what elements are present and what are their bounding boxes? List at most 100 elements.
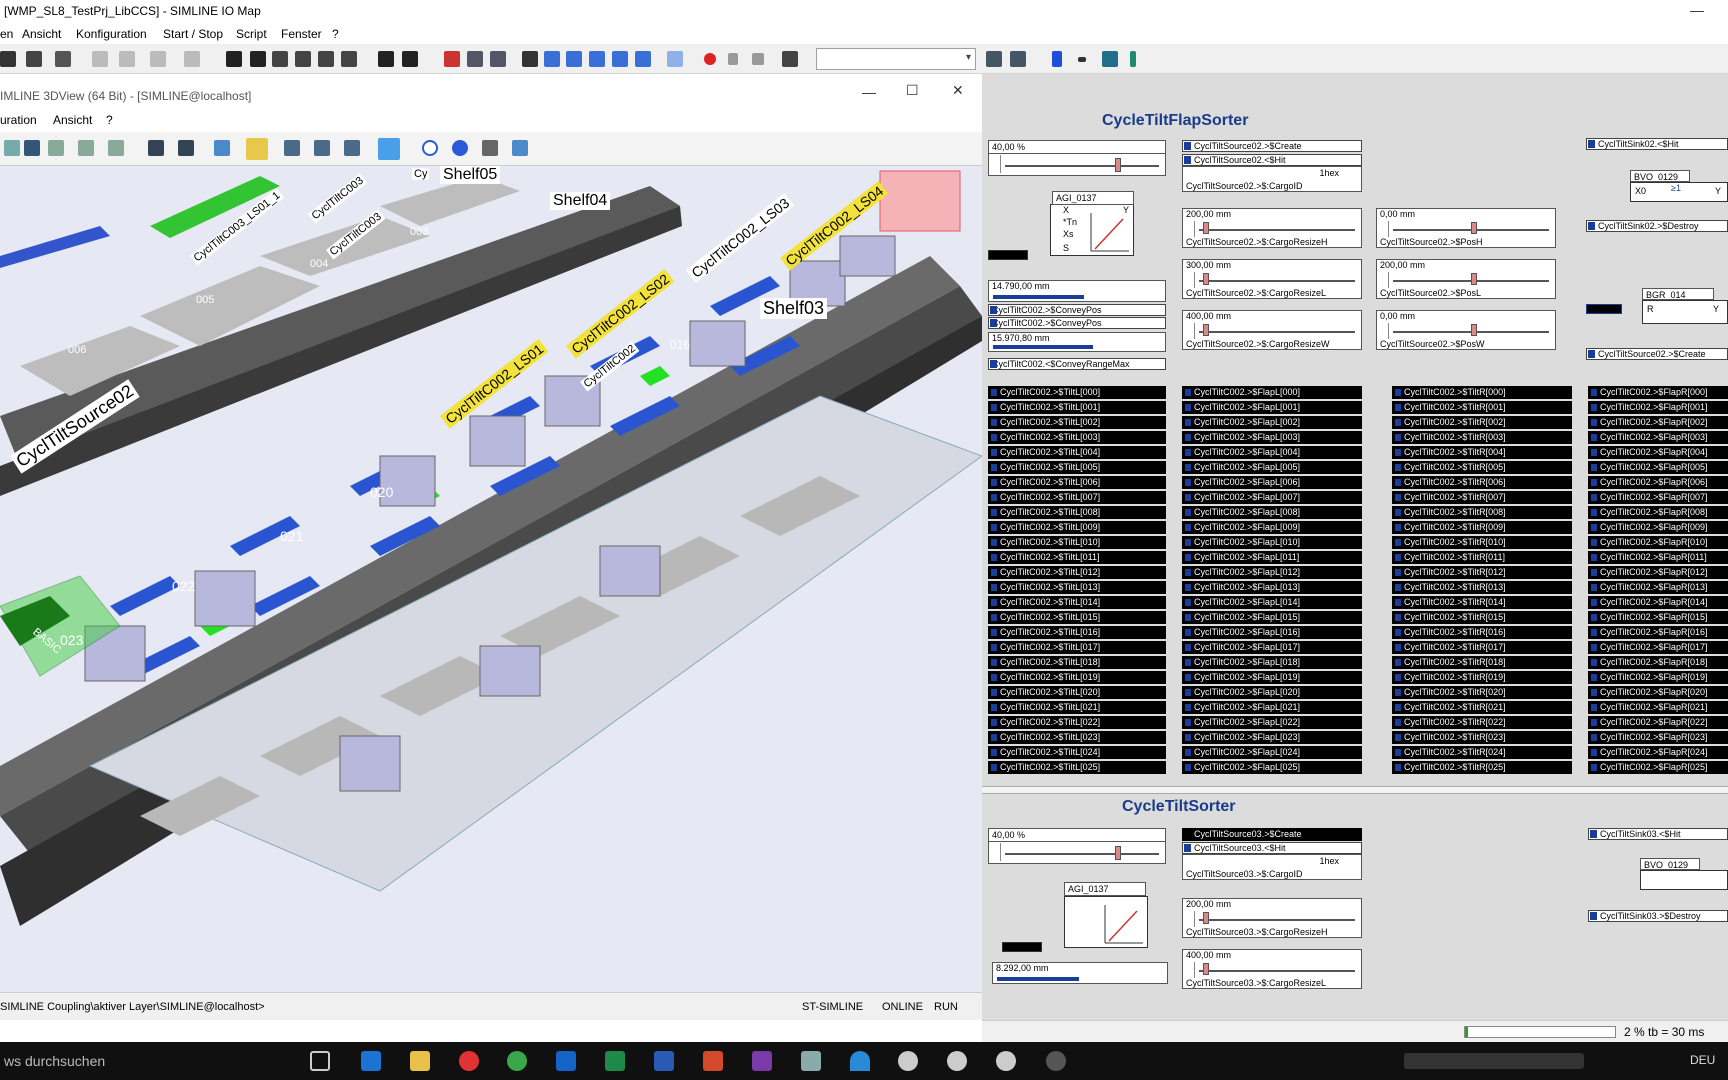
tilt-speed-slider[interactable]: 40,00 % (988, 828, 1166, 864)
zoom-height-icon[interactable] (612, 51, 628, 67)
tilt-speed-thumb[interactable] (1115, 846, 1121, 860)
flap-right-signal[interactable]: CyclTiltC002.>$FlapR[015] (1588, 611, 1728, 624)
binoculars-next-icon[interactable] (402, 51, 418, 67)
task-view-icon[interactable] (310, 1051, 330, 1071)
info-outline-icon[interactable] (422, 140, 438, 156)
flap-left-signal[interactable]: CyclTiltC002.>$FlapL[009] (1182, 521, 1362, 534)
tilt-left-signal[interactable]: CyclTiltC002.>$TiltL[024] (988, 746, 1166, 759)
component-icon[interactable] (444, 51, 460, 67)
binoculars-icon[interactable] (378, 51, 394, 67)
flap-left-signal[interactable]: CyclTiltC002.>$FlapL[020] (1182, 686, 1362, 699)
signal-icon[interactable] (1130, 51, 1136, 67)
tilt-left-signal[interactable]: CyclTiltC002.>$TiltL[013] (988, 581, 1166, 594)
tilt-left-signal[interactable]: CyclTiltC002.>$TiltL[023] (988, 731, 1166, 744)
print-icon[interactable] (55, 51, 71, 67)
download-icon[interactable] (482, 140, 498, 156)
table-icon[interactable] (344, 140, 360, 156)
tilt-right-signal[interactable]: CyclTiltC002.>$TiltR[023] (1392, 731, 1572, 744)
tilt-right-signal[interactable]: CyclTiltC002.>$TiltR[021] (1392, 701, 1572, 714)
tilt-left-signal[interactable]: CyclTiltC002.>$TiltL[019] (988, 671, 1166, 684)
convey-range-max-signal[interactable]: CyclTiltC002.<$ConveyRangeMax (988, 358, 1166, 370)
convey-pos-signal-1[interactable]: CyclTiltC002.>$ConveyPos (988, 304, 1166, 316)
maximize-button[interactable]: ☐ (906, 82, 919, 99)
flap-right-signal[interactable]: CyclTiltC002.>$FlapR[004] (1588, 446, 1728, 459)
tilt-left-signal[interactable]: CyclTiltC002.>$TiltL[021] (988, 701, 1166, 714)
flap-left-signal[interactable]: CyclTiltC002.>$FlapL[023] (1182, 731, 1362, 744)
info-icon[interactable] (452, 140, 468, 156)
flap-left-signal[interactable]: CyclTiltC002.>$FlapL[002] (1182, 416, 1362, 429)
cargo-id-field[interactable]: 1hex CyclTiltSource02.>$:CargoID (1182, 166, 1362, 192)
menu-item-start-stop[interactable]: Start / Stop (163, 27, 223, 41)
window2-icon[interactable] (490, 51, 506, 67)
tilt-left-signal[interactable]: CyclTiltC002.>$TiltL[008] (988, 506, 1166, 519)
tilt-right-signal[interactable]: CyclTiltC002.>$TiltR[004] (1392, 446, 1572, 459)
menu-item-view[interactable]: Ansicht (22, 27, 61, 41)
menu-item-help[interactable]: ? (332, 27, 339, 41)
connect-icon[interactable] (1102, 51, 1118, 67)
flap-right-signal[interactable]: CyclTiltC002.>$FlapR[024] (1588, 746, 1728, 759)
tilt-left-signal[interactable]: CyclTiltC002.>$TiltL[020] (988, 686, 1166, 699)
layout-icon[interactable] (986, 51, 1002, 67)
device-icon[interactable] (178, 140, 194, 156)
excel-icon[interactable] (605, 1051, 625, 1071)
tilt-right-signal[interactable]: CyclTiltC002.>$TiltR[024] (1392, 746, 1572, 759)
tilt-right-signal[interactable]: CyclTiltC002.>$TiltR[009] (1392, 521, 1572, 534)
tilt-right-signal[interactable]: CyclTiltC002.>$TiltR[008] (1392, 506, 1572, 519)
tilt-right-signal[interactable]: CyclTiltC002.>$TiltR[011] (1392, 551, 1572, 564)
pos-l-slider[interactable]: 200,00 mm CyclTiltSource02.>$PosL (1376, 259, 1556, 299)
flap-right-signal[interactable]: CyclTiltC002.>$FlapR[011] (1588, 551, 1728, 564)
wifi-icon[interactable] (850, 1051, 870, 1071)
flap-left-signal[interactable]: CyclTiltC002.>$FlapL[008] (1182, 506, 1362, 519)
onenote-icon[interactable] (752, 1051, 772, 1071)
folder-open-icon[interactable] (78, 140, 94, 156)
zoom-out-icon[interactable] (566, 51, 582, 67)
outlook-icon[interactable] (556, 1051, 576, 1071)
flap-right-signal[interactable]: CyclTiltC002.>$FlapR[010] (1588, 536, 1728, 549)
flap-right-signal[interactable]: CyclTiltC002.>$FlapR[022] (1588, 716, 1728, 729)
flap-right-signal[interactable]: CyclTiltC002.>$FlapR[009] (1588, 521, 1728, 534)
copy-icon[interactable] (119, 51, 135, 67)
hierarchy-icon[interactable] (284, 140, 300, 156)
paste-icon[interactable] (150, 51, 166, 67)
agi-input[interactable] (988, 250, 1028, 260)
graph-icon[interactable] (378, 138, 400, 160)
3d-menu-view[interactable]: Ansicht (53, 113, 92, 127)
powerpoint-icon[interactable] (703, 1051, 723, 1071)
layers-icon[interactable] (512, 140, 528, 156)
tilt-right-signal[interactable]: CyclTiltC002.>$TiltR[006] (1392, 476, 1572, 489)
flap-left-signal[interactable]: CyclTiltC002.>$FlapL[004] (1182, 446, 1362, 459)
stop-icon[interactable] (752, 53, 764, 65)
simline-icon-2[interactable] (947, 1051, 967, 1071)
3d-viewport[interactable]: Shelf05 Shelf04 Shelf03 CyclTiltSource02… (0, 166, 982, 992)
tilt-left-signal[interactable]: CyclTiltC002.>$TiltL[004] (988, 446, 1166, 459)
flap-left-signal[interactable]: CyclTiltC002.>$FlapL[003] (1182, 431, 1362, 444)
flap-right-signal[interactable]: CyclTiltC002.>$FlapR[013] (1588, 581, 1728, 594)
save-icon[interactable] (0, 51, 16, 67)
flap-left-signal[interactable]: CyclTiltC002.>$FlapL[024] (1182, 746, 1362, 759)
flap-right-signal[interactable]: CyclTiltC002.>$FlapR[023] (1588, 731, 1728, 744)
remote-icon[interactable] (801, 1051, 821, 1071)
list-icon[interactable] (782, 51, 798, 67)
chevron-down-icon[interactable] (1078, 57, 1086, 62)
flap-left-signal[interactable]: CyclTiltC002.>$FlapL[005] (1182, 461, 1362, 474)
refresh-icon[interactable] (214, 140, 230, 156)
flap-left-signal[interactable]: CyclTiltC002.>$FlapL[019] (1182, 671, 1362, 684)
zoom-width-icon[interactable] (589, 51, 605, 67)
tilt-left-signal[interactable]: CyclTiltC002.>$TiltL[022] (988, 716, 1166, 729)
tilt-left-signal[interactable]: CyclTiltC002.>$TiltL[001] (988, 401, 1166, 414)
layer-select[interactable]: ▾ (816, 48, 976, 70)
flap-left-signal[interactable]: CyclTiltC002.>$FlapL[000] (1182, 386, 1362, 399)
bgr-input[interactable] (1586, 304, 1622, 314)
flap-right-signal[interactable]: CyclTiltC002.>$FlapR[017] (1588, 641, 1728, 654)
tilt-right-signal[interactable]: CyclTiltC002.>$TiltR[025] (1392, 761, 1572, 774)
edit-icon[interactable] (4, 140, 20, 156)
flap-left-signal[interactable]: CyclTiltC002.>$FlapL[001] (1182, 401, 1362, 414)
tilt-hit-signal[interactable]: CyclTiltSource03.<$Hit (1182, 842, 1362, 854)
speed-slider[interactable]: 40,00 % (988, 140, 1166, 176)
flap-right-signal[interactable]: CyclTiltC002.>$FlapR[001] (1588, 401, 1728, 414)
tilt-sink-destroy-signal[interactable]: CyclTiltSink03.>$Destroy (1588, 910, 1728, 922)
zoom-1to1-icon[interactable] (522, 51, 538, 67)
pos-h-slider[interactable]: 0,00 mm CyclTiltSource02.>$PosH (1376, 208, 1556, 248)
pencil-icon[interactable] (246, 138, 268, 160)
layout2-icon[interactable] (1010, 51, 1026, 67)
